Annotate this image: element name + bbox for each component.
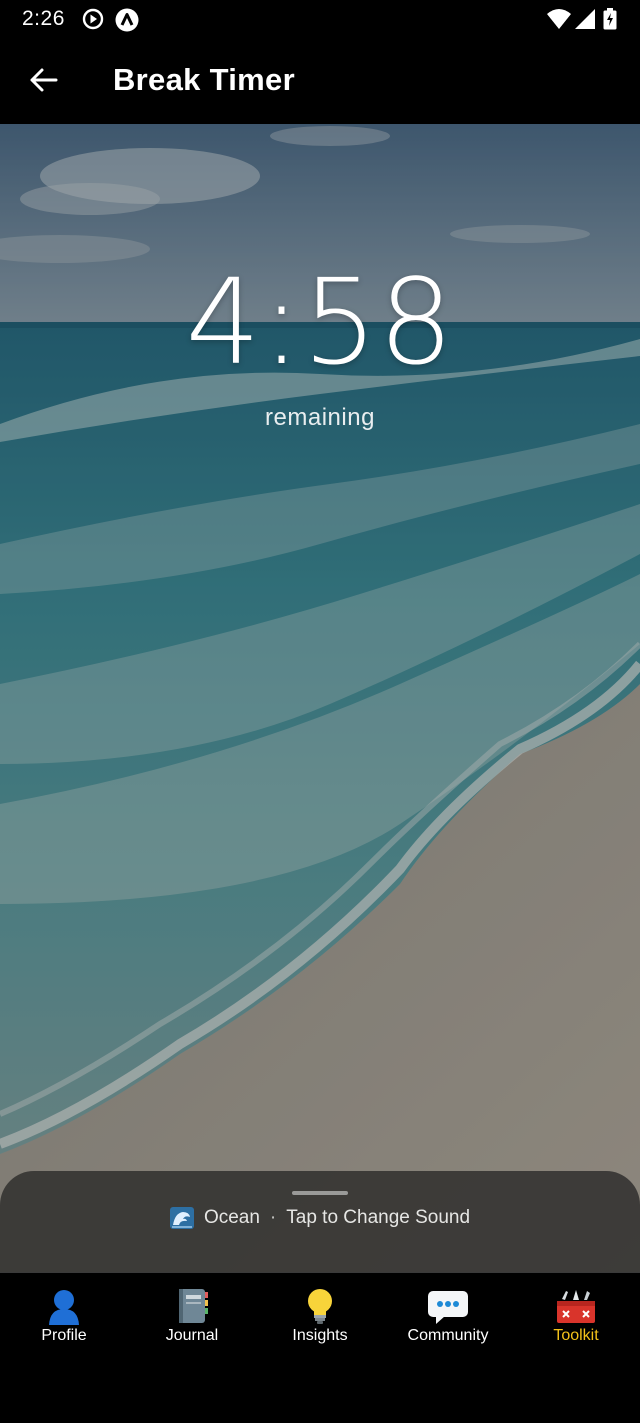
chat-bubble-icon xyxy=(428,1291,468,1324)
sound-name: Ocean xyxy=(203,1207,260,1228)
sheet-handle[interactable] xyxy=(292,1191,348,1195)
back-arrow-icon[interactable] xyxy=(24,60,64,100)
nav-label-toolkit: Toolkit xyxy=(553,1327,599,1344)
toolbox-icon xyxy=(557,1290,595,1323)
nav-label-community: Community xyxy=(407,1327,489,1344)
signal-icon xyxy=(575,9,595,29)
timer-display: 4:58 xyxy=(185,253,455,391)
app-badge-icon xyxy=(115,8,139,32)
play-circle-icon xyxy=(82,8,104,30)
nav-item-community[interactable]: Community xyxy=(384,1287,512,1351)
nav-item-profile[interactable]: Profile xyxy=(0,1287,128,1351)
page-title: Break Timer xyxy=(113,62,295,97)
nav-label-insights: Insights xyxy=(292,1327,348,1344)
battery-charging-icon xyxy=(603,8,617,30)
wifi-icon xyxy=(547,9,571,29)
journal-icon xyxy=(179,1289,208,1323)
nav-label-journal: Journal xyxy=(165,1327,219,1344)
profile-icon xyxy=(49,1290,79,1325)
change-sound-label: Tap to Change Sound xyxy=(286,1207,471,1228)
nav-item-toolkit[interactable]: Toolkit xyxy=(512,1287,640,1351)
nav-label-profile: Profile xyxy=(41,1327,87,1344)
app-bar: Break Timer xyxy=(0,40,640,124)
separator-dot: · xyxy=(269,1207,277,1228)
nav-item-journal[interactable]: Journal xyxy=(128,1287,256,1351)
status-bar: 2:26 xyxy=(0,0,640,40)
sound-row[interactable]: Ocean · Tap to Change Sound xyxy=(0,1207,640,1229)
timer-caption: remaining xyxy=(265,404,375,431)
sound-selector-sheet[interactable]: Ocean · Tap to Change Sound xyxy=(0,1171,640,1272)
nav-item-insights[interactable]: Insights xyxy=(256,1287,384,1351)
beach-background: 4:58 remaining xyxy=(0,124,640,1272)
wave-icon xyxy=(169,1207,194,1229)
bottom-navigation: Profile Journal Insights Community Toolk… xyxy=(0,1272,640,1423)
lightbulb-icon xyxy=(308,1289,332,1324)
status-time: 2:26 xyxy=(22,7,65,30)
